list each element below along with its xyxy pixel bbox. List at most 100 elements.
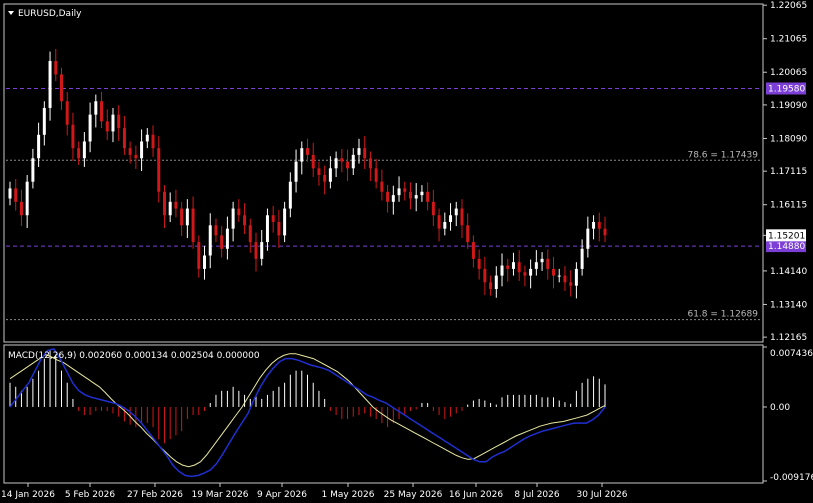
candle-body xyxy=(19,201,23,216)
candle-body xyxy=(391,195,395,202)
candle-body xyxy=(25,181,29,216)
candle-body xyxy=(88,114,92,142)
candle-body xyxy=(511,262,515,269)
candle-body xyxy=(500,265,504,276)
time-tick-label: 19 Mar 2026 xyxy=(191,490,248,500)
candle-body xyxy=(157,148,161,192)
candle-body xyxy=(8,188,12,199)
candle-body xyxy=(283,208,287,236)
price-tick-label: 1.20065 xyxy=(770,68,807,78)
candle-body xyxy=(231,208,235,229)
candle-body xyxy=(254,242,258,259)
price-tick-label: 1.18090 xyxy=(770,134,807,144)
candle-body xyxy=(117,114,121,129)
candle-body xyxy=(597,221,601,229)
chart-background xyxy=(0,0,813,503)
candle-body xyxy=(586,228,590,249)
candle-body xyxy=(437,215,441,229)
candle-body xyxy=(557,275,561,277)
candle-body xyxy=(271,215,275,222)
candle-body xyxy=(191,208,195,243)
candle-body xyxy=(94,101,98,115)
symbol-label: EURUSD,Daily xyxy=(18,9,82,19)
candle-body xyxy=(197,242,201,269)
candle-body xyxy=(489,282,493,290)
candle-body xyxy=(534,262,538,269)
price-tick-label: 1.17115 xyxy=(770,167,807,177)
candle-body xyxy=(323,175,327,182)
candle-body xyxy=(328,168,332,182)
current-price-label: 1.15201 xyxy=(768,231,805,241)
candle-body xyxy=(174,201,178,209)
candle-body xyxy=(374,168,378,182)
candle-body xyxy=(483,268,487,283)
candle-body xyxy=(603,228,607,236)
candle-body xyxy=(580,248,584,269)
candle-body xyxy=(443,221,447,229)
candle-body xyxy=(346,161,350,169)
candle-body xyxy=(397,188,401,196)
time-tick-label: 8 Jul 2026 xyxy=(514,490,559,500)
candle-body xyxy=(37,134,41,159)
candle-body xyxy=(100,101,104,122)
macd-tick-label: 0.00 xyxy=(770,403,790,413)
time-tick-label: 27 Feb 2026 xyxy=(127,490,183,500)
level-tag-label: 1.14880 xyxy=(768,242,805,252)
candle-body xyxy=(334,158,338,169)
candle-body xyxy=(523,272,527,276)
candle-body xyxy=(466,225,470,243)
time-tick-label: 9 Apr 2026 xyxy=(257,490,307,500)
candle-body xyxy=(460,208,464,226)
time-tick-label: 1 May 2026 xyxy=(322,490,375,500)
candle-body xyxy=(105,121,109,132)
candle-body xyxy=(311,154,315,169)
candle-body xyxy=(506,265,510,269)
price-tick-label: 1.12165 xyxy=(770,333,807,343)
candle-body xyxy=(414,195,418,199)
macd-tick-label: 0.007436 xyxy=(770,349,813,359)
candle-body xyxy=(288,181,292,209)
candle-body xyxy=(574,268,578,286)
candle-body xyxy=(59,74,63,102)
candle-body xyxy=(237,208,241,216)
candle-body xyxy=(563,275,567,283)
macd-tick-label: -0.009176 xyxy=(770,473,813,483)
candle-body xyxy=(248,225,252,243)
candle-body xyxy=(368,158,372,169)
candle-body xyxy=(180,208,184,226)
price-tick-label: 1.16115 xyxy=(770,201,807,211)
candle-body xyxy=(546,258,550,269)
candle-body xyxy=(208,225,212,256)
time-tick-label: 5 Feb 2026 xyxy=(65,490,116,500)
fib-label: 78.6 = 1.17439 xyxy=(687,150,758,160)
fib-label: 61.8 = 1.12689 xyxy=(687,310,758,320)
candle-body xyxy=(351,154,355,169)
candle-body xyxy=(357,148,361,155)
candle-body xyxy=(151,134,155,149)
candle-body xyxy=(380,181,384,192)
candle-body xyxy=(122,128,126,149)
candle-body xyxy=(431,201,435,216)
candle-body xyxy=(65,101,69,125)
price-tick-label: 1.13140 xyxy=(770,300,807,310)
candle-body xyxy=(162,191,166,216)
candle-body xyxy=(449,215,453,222)
price-tick-label: 1.22065 xyxy=(770,1,807,11)
candle-body xyxy=(471,242,475,259)
candle-body xyxy=(48,61,52,108)
candle-body xyxy=(111,114,115,132)
candle-body xyxy=(300,148,304,162)
price-tick-label: 1.19090 xyxy=(770,101,807,111)
candle-body xyxy=(277,221,281,236)
chart-canvas[interactable]: 1.19580 1.14880 78.6 = 1.17439 61.8 = 1.126… xyxy=(0,0,813,503)
candle-body xyxy=(306,148,309,155)
candle-body xyxy=(569,282,573,286)
candle-body xyxy=(426,191,430,202)
price-tick-label: 1.14140 xyxy=(770,267,807,277)
candle-body xyxy=(54,61,58,75)
candle-body xyxy=(145,134,149,142)
candle-body xyxy=(214,225,218,236)
time-tick-label: 14 Jan 2026 xyxy=(1,490,55,500)
candle-body xyxy=(477,258,481,269)
candle-body xyxy=(363,148,367,159)
